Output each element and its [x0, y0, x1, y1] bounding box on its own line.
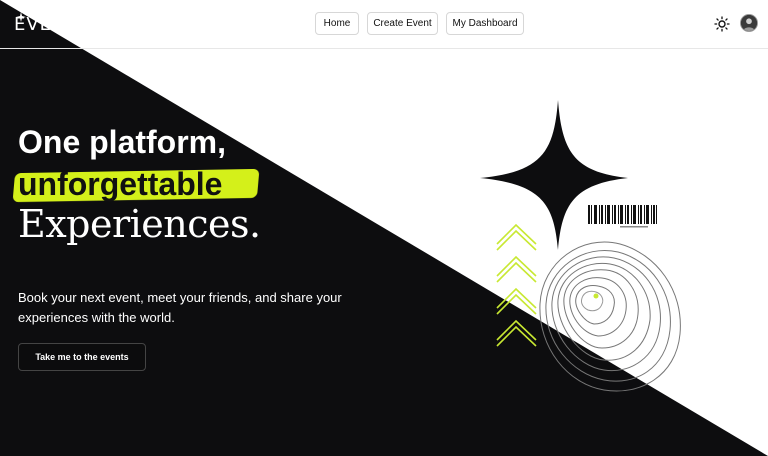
hero-line-1: One platform, [18, 124, 227, 160]
hero-illustration [480, 100, 681, 392]
nav-my-dashboard-button[interactable]: My Dashboard [446, 12, 524, 35]
chevron-stack-icon [496, 223, 537, 347]
four-point-star-icon [480, 100, 628, 250]
barcode-icon [588, 205, 657, 228]
nav-my-dashboard-label: My Dashboard [452, 18, 518, 29]
hero-heading: One platform, unforgettable Experiences. [12, 122, 398, 246]
brand-logo[interactable]: EVENTFUL [14, 10, 115, 38]
nav-divider [0, 48, 768, 49]
nav-links: Home Create Event My Dashboard [315, 12, 524, 35]
hero-highlight: unforgettable [12, 164, 260, 204]
avatar-image [741, 15, 757, 31]
hero-description: Book your next event, meet your friends,… [18, 290, 342, 325]
nav-home-label: Home [323, 18, 351, 29]
nav-home-button[interactable]: Home [315, 12, 359, 35]
navbar: EVENTFUL Home Create Event My Dashboard [0, 0, 768, 48]
nav-create-event-label: Create Event [373, 18, 432, 29]
nav-create-event-button[interactable]: Create Event [367, 12, 438, 35]
hero-line-3: Experiences. [18, 202, 261, 246]
hero-line-2: unforgettable [18, 166, 223, 202]
sparkle-icon [16, 12, 26, 22]
topographic-rings-icon [539, 241, 681, 392]
brand-name: EVENTFUL [14, 13, 116, 35]
events-cta-label: Take me to the events [35, 352, 129, 362]
sun-icon[interactable] [714, 16, 730, 32]
user-avatar-icon[interactable] [740, 14, 758, 32]
events-cta-button[interactable]: Take me to the events [18, 343, 146, 371]
